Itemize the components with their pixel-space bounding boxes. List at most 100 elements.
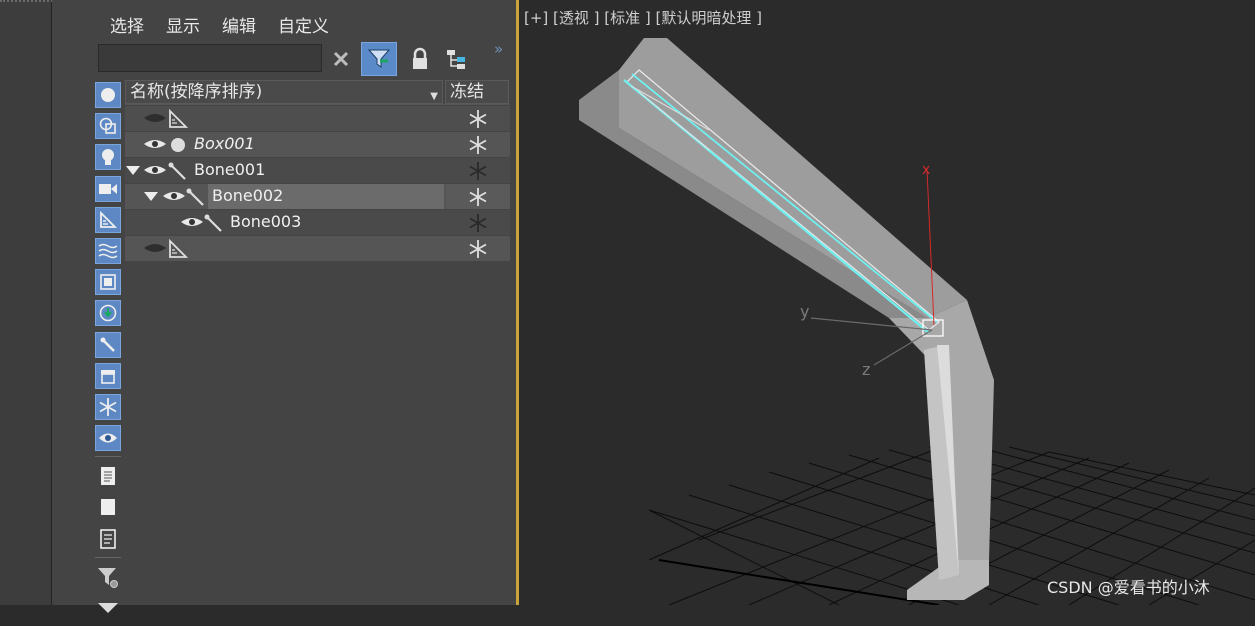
snowflake-icon xyxy=(99,397,117,416)
expand-icon[interactable]: » xyxy=(494,40,503,58)
column-header-name-label: 名称(按降序排序) xyxy=(130,82,263,102)
freeze-toggle[interactable] xyxy=(446,158,510,183)
snowflake-icon xyxy=(469,161,487,180)
menu-select[interactable]: 选择 xyxy=(110,12,144,38)
column-header-freeze[interactable]: 冻结 xyxy=(445,80,509,104)
list-page-icon xyxy=(100,528,116,549)
watermark: CSDN @爱看书的小沐 xyxy=(1047,578,1210,597)
perspective-viewport[interactable]: [+] [透视 ] [标准 ] [默认明暗处理 ] x y z CSDN @爱看… xyxy=(519,0,1255,605)
filter-xrefs-button[interactable] xyxy=(95,300,121,327)
lock-button[interactable] xyxy=(405,42,435,76)
expand-triangle-icon[interactable] xyxy=(143,191,159,203)
eye-icon[interactable] xyxy=(162,189,186,203)
eye-icon xyxy=(99,433,117,443)
eye-icon[interactable] xyxy=(143,241,167,255)
viewport-scene xyxy=(579,38,1255,605)
menu-display[interactable]: 显示 xyxy=(166,12,200,38)
eye-icon[interactable] xyxy=(143,137,167,151)
xref-icon xyxy=(99,305,117,322)
invert-display-button[interactable] xyxy=(95,526,121,552)
filter-lights-button[interactable] xyxy=(95,144,121,171)
filter-groups-button[interactable] xyxy=(95,269,121,296)
snowflake-icon xyxy=(469,213,487,232)
sphere-icon xyxy=(171,138,185,152)
chevron-down-icon xyxy=(98,603,118,613)
row-label: Box001 xyxy=(194,134,255,153)
row-name-cell[interactable] xyxy=(190,236,444,261)
snowflake-icon xyxy=(469,239,487,258)
table-row[interactable] xyxy=(125,236,510,261)
menu-edit[interactable]: 编辑 xyxy=(222,12,256,38)
axis-y-label: y xyxy=(800,302,810,321)
column-header-name[interactable]: 名称(按降序排序) ▼ xyxy=(125,80,443,104)
left-panel-strip xyxy=(0,0,52,605)
snowflake-icon xyxy=(469,135,487,154)
row-name-cell[interactable]: Bone003 xyxy=(226,210,444,235)
snowflake-icon xyxy=(469,109,487,128)
freeze-toggle[interactable] xyxy=(446,184,510,209)
sphere-icon xyxy=(101,88,115,102)
helper-ruler-icon xyxy=(100,210,117,228)
axis-x-label: x xyxy=(922,162,931,178)
filter-cameras-button[interactable] xyxy=(95,175,121,202)
menu-customize[interactable]: 自定义 xyxy=(278,12,329,38)
filter-settings-button[interactable] xyxy=(95,564,121,590)
display-all-button[interactable] xyxy=(95,463,121,489)
filter-hidden-button[interactable] xyxy=(95,425,121,452)
snowflake-icon xyxy=(469,187,487,206)
sort-arrow-icon: ▼ xyxy=(430,91,438,102)
more-tools-button[interactable] xyxy=(95,595,121,621)
shapes-icon xyxy=(99,117,116,134)
camera-icon xyxy=(99,183,117,194)
row-name-cell-selected[interactable]: Bone002 xyxy=(208,184,444,209)
helper-ruler-icon xyxy=(169,109,188,128)
display-none-button[interactable] xyxy=(95,494,121,520)
row-name-cell[interactable]: Box001 xyxy=(190,132,444,157)
row-label: Bone003 xyxy=(230,212,302,231)
box001-mesh xyxy=(579,38,994,600)
bone-icon xyxy=(186,188,204,206)
bone-icon xyxy=(204,214,222,232)
filter-toggle-button[interactable] xyxy=(361,42,397,76)
bone-icon xyxy=(100,337,115,352)
clear-search-button[interactable] xyxy=(328,42,354,76)
eye-icon[interactable] xyxy=(143,111,167,125)
row-name-cell[interactable] xyxy=(190,106,444,131)
freeze-toggle[interactable] xyxy=(446,106,510,131)
filter-bones-button[interactable] xyxy=(95,331,121,358)
filter-containers-button[interactable] xyxy=(95,362,121,389)
row-name-cell[interactable]: Bone001 xyxy=(190,158,444,183)
wave-icon xyxy=(98,243,118,259)
filter-geometry-button[interactable] xyxy=(95,82,121,108)
document-icon xyxy=(101,467,115,486)
eye-icon[interactable] xyxy=(180,215,204,229)
filter-toolbar xyxy=(95,82,123,626)
filter-shapes-button[interactable] xyxy=(95,113,121,140)
filter-spacewarps-button[interactable] xyxy=(95,237,121,264)
search-input[interactable] xyxy=(98,44,322,72)
table-row[interactable]: Bone003 xyxy=(125,210,510,235)
filter-helpers-button[interactable] xyxy=(95,206,121,233)
expand-triangle-icon[interactable] xyxy=(125,165,141,177)
lock-icon xyxy=(413,47,427,69)
freeze-toggle[interactable] xyxy=(446,210,510,235)
close-icon xyxy=(333,51,349,67)
scene-table: 名称(按降序排序) ▼ 冻结 Box001 Bone001 Bone002 Bo… xyxy=(125,80,510,261)
filter-frozen-button[interactable] xyxy=(95,393,121,420)
grid-axis-line xyxy=(658,559,940,605)
eye-icon[interactable] xyxy=(143,163,167,177)
table-row[interactable] xyxy=(125,106,510,131)
lightbulb-icon xyxy=(102,149,114,166)
blank-page-icon xyxy=(101,499,115,516)
row-label: Bone001 xyxy=(194,160,266,179)
table-row[interactable]: Box001 xyxy=(125,132,510,157)
table-header: 名称(按降序排序) ▼ 冻结 xyxy=(125,80,510,105)
explorer-menubar: 选择 显示 编辑 自定义 xyxy=(110,12,329,38)
hierarchy-button[interactable] xyxy=(441,42,471,76)
table-row[interactable]: Bone001 xyxy=(125,158,510,183)
helper-ruler-icon xyxy=(169,239,188,258)
freeze-toggle[interactable] xyxy=(446,236,510,261)
table-row[interactable]: Bone002 xyxy=(125,184,510,209)
freeze-toggle[interactable] xyxy=(446,132,510,157)
bone-icon xyxy=(168,162,186,180)
